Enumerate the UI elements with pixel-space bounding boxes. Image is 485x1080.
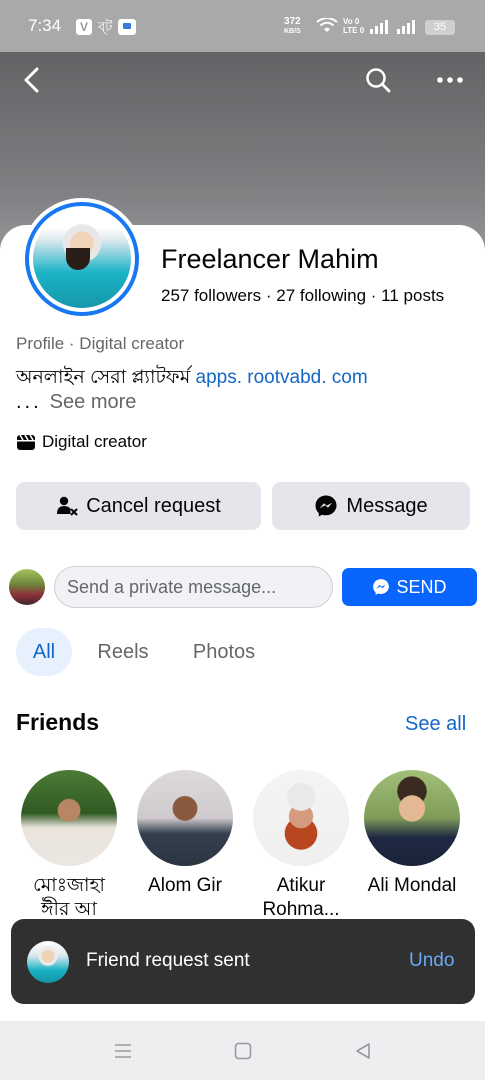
bio-link[interactable]: apps. rootvabd. com (196, 367, 368, 388)
avatar-photo (33, 210, 131, 308)
message-button[interactable]: Message (272, 482, 470, 530)
profile-avatar[interactable] (21, 198, 143, 320)
bio-text: অনলাইন সেরা প্ল্যাটফর্ম (16, 367, 196, 388)
friend-photo (253, 770, 349, 866)
profile-name: Freelancer Mahim (161, 244, 379, 274)
toast-avatar (27, 941, 69, 983)
friends-title: Friends (16, 709, 100, 735)
friend-photo (21, 770, 117, 866)
back-triangle-icon (356, 1043, 370, 1059)
back-arrow-icon (24, 67, 39, 93)
volte-indicator: Vo 0 LTE 0 (343, 17, 365, 35)
cancel-friend-icon (57, 496, 78, 516)
app-notification-icon (118, 19, 136, 35)
friend-card[interactable]: Ali Mondal (363, 770, 461, 924)
search-button[interactable] (358, 62, 398, 98)
wifi-icon (316, 18, 338, 32)
carrier-badge-icon: V (76, 19, 92, 35)
friend-photo (137, 770, 233, 866)
friend-card[interactable]: Alom Gir (136, 770, 234, 924)
see-more[interactable]: ... See more (16, 391, 136, 414)
message-label: Message (346, 494, 428, 517)
home-button[interactable] (231, 1039, 255, 1063)
see-more-label[interactable]: See more (50, 391, 137, 413)
tab-all[interactable]: All (16, 628, 72, 676)
send-label: SEND (396, 576, 447, 597)
more-options-button[interactable] (430, 62, 470, 98)
home-square-icon (234, 1042, 252, 1060)
story-ring (25, 202, 139, 316)
back-button[interactable] (12, 62, 52, 98)
creator-row: Digital creator (16, 432, 147, 452)
friend-request-toast: Friend request sent Undo (11, 919, 475, 1004)
clapperboard-icon (17, 434, 35, 450)
friend-card[interactable]: মোঃজাহা ঈীর আ (20, 770, 118, 924)
undo-button[interactable]: Undo (409, 950, 454, 972)
signal-icon-sim2 (397, 20, 415, 34)
messenger-icon (315, 495, 337, 517)
cancel-request-label: Cancel request (86, 494, 221, 517)
messenger-icon (373, 579, 390, 595)
tab-photos[interactable]: Photos (180, 628, 268, 676)
send-button[interactable]: SEND (342, 568, 477, 606)
friend-card[interactable]: Atikur Rohma... (252, 770, 350, 924)
cancel-request-button[interactable]: Cancel request (16, 482, 261, 530)
more-horizontal-icon (437, 77, 463, 83)
status-bar: 7:34 V ব্ট 372 KB/S Vo 0 LTE 0 35 (0, 0, 485, 52)
private-message-input[interactable]: Send a private message... (54, 566, 333, 608)
net-speed: 372 KB/S (284, 16, 301, 36)
friend-photo (364, 770, 460, 866)
friend-name: Ali Mondal (367, 875, 457, 896)
profile-category: Profile · Digital creator (16, 334, 185, 353)
friend-name: Atikur Rohma... (262, 875, 340, 920)
bengali-indicator: ব্ট (98, 19, 113, 34)
search-icon (366, 68, 391, 93)
creator-label: Digital creator (42, 432, 147, 451)
tab-reels[interactable]: Reels (88, 628, 158, 676)
profile-stats[interactable]: 257 followers · 27 following · 11 posts (161, 286, 444, 306)
back-nav-button[interactable] (351, 1039, 375, 1063)
toast-message: Friend request sent (86, 950, 250, 971)
battery-icon: 35 (425, 20, 455, 35)
system-nav-bar (0, 1021, 485, 1080)
my-avatar (9, 569, 45, 605)
see-more-dots: ... (16, 391, 42, 413)
friend-name: মোঃজাহা ঈীর আ (33, 875, 105, 920)
recent-apps-button[interactable] (111, 1039, 135, 1063)
friend-name: Alom Gir (148, 875, 222, 896)
status-time: 7:34 (28, 16, 62, 35)
menu-icon (115, 1044, 131, 1058)
see-all-friends-link[interactable]: See all (405, 713, 466, 736)
signal-icon-sim1 (370, 20, 388, 34)
